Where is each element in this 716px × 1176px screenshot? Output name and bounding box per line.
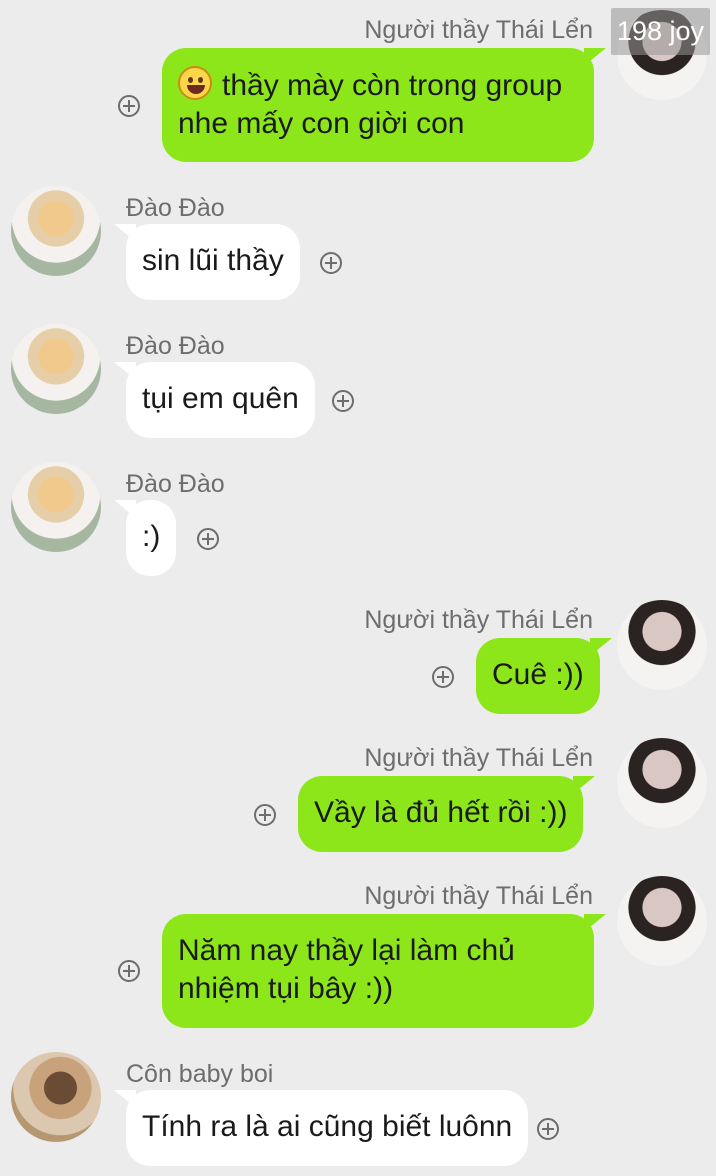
message-text: Cuê :)) — [492, 658, 584, 691]
watermark: 198 joy — [610, 8, 710, 55]
add-reaction-icon[interactable] — [118, 960, 140, 982]
teacher-avatar[interactable] — [617, 600, 707, 690]
message-bubble[interactable]: sin lũi thầy — [114, 224, 300, 300]
add-reaction-icon[interactable] — [332, 390, 354, 412]
sender-name: Đào Đào — [126, 470, 225, 498]
message-text: :) — [142, 520, 161, 553]
dao-dao-avatar[interactable] — [11, 462, 101, 552]
message-text: nhiệm tụi bây :)) — [178, 972, 394, 1005]
message-bubble[interactable]: Cuê :)) — [476, 638, 612, 714]
message-bubble[interactable]: Tính ra là ai cũng biết luônn — [113, 1090, 529, 1166]
sender-name: Đào Đào — [126, 194, 225, 222]
add-reaction-icon[interactable] — [197, 528, 219, 550]
add-reaction-icon[interactable] — [432, 666, 454, 688]
sender-name: Đào Đào — [126, 332, 225, 360]
sender-name: Người thầy Thái Lển — [364, 16, 593, 44]
sender-name: Người thầy Thái Lển — [364, 882, 593, 910]
grinning-face-emoji — [178, 66, 212, 100]
message-text: Tính ra là ai cũng biết luônn — [142, 1110, 513, 1143]
add-reaction-icon[interactable] — [118, 95, 140, 117]
message-text: thầy mày còn trong group — [222, 69, 563, 102]
dao-dao-avatar[interactable] — [11, 324, 101, 414]
message-bubble[interactable]: :) — [113, 500, 177, 576]
message-text: Vầy là đủ hết rồi :)) — [314, 796, 568, 829]
message-text: Năm nay thầy lại làm chủ — [178, 934, 515, 967]
dao-dao-avatar[interactable] — [11, 186, 101, 276]
sender-name: Người thầy Thái Lển — [364, 606, 593, 634]
con-baby-boi-avatar[interactable] — [11, 1052, 101, 1142]
add-reaction-icon[interactable] — [254, 804, 276, 826]
sender-name: Côn baby boi — [126, 1060, 274, 1088]
message-bubble[interactable]: Vầy là đủ hết rồi :)) — [298, 776, 596, 852]
message-text: sin lũi thầy — [142, 244, 284, 277]
teacher-avatar[interactable] — [617, 738, 707, 828]
message-bubble[interactable]: thầy mày còn trong group nhe mấy con giờ… — [162, 48, 606, 162]
message-bubble[interactable]: tụi em quên — [114, 362, 315, 438]
message-bubble[interactable]: Năm nay thầy lại làm chủ nhiệm tụi bây :… — [162, 914, 606, 1028]
sender-name: Người thầy Thái Lển — [364, 744, 593, 772]
message-text: tụi em quên — [142, 382, 299, 415]
add-reaction-icon[interactable] — [320, 252, 342, 274]
message-text: nhe mấy con giời con — [178, 107, 465, 140]
add-reaction-icon[interactable] — [537, 1118, 559, 1140]
teacher-avatar[interactable] — [617, 876, 707, 966]
